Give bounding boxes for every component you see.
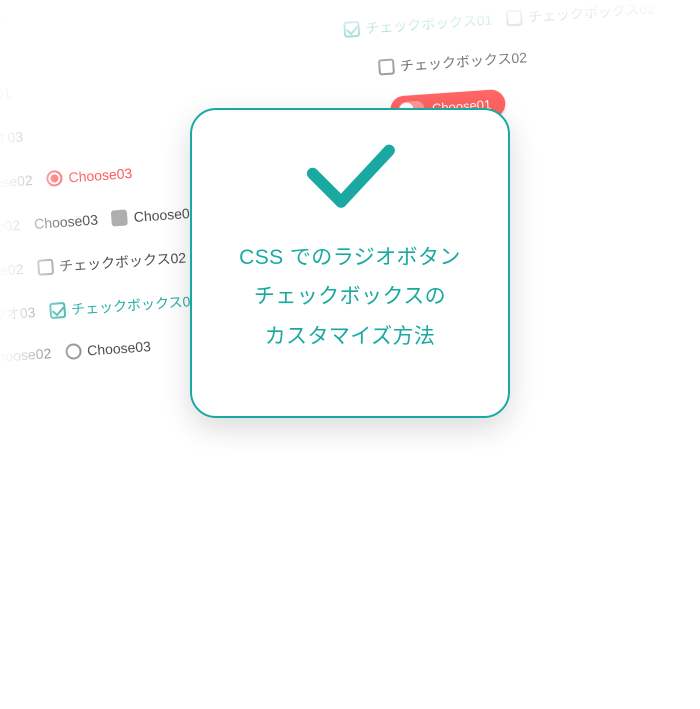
checkbox-icon[interactable] [343,21,360,38]
choose-label: Choose02 [0,217,21,237]
radio-icon[interactable] [65,343,82,360]
choose-label: Choose02 [0,345,52,367]
option-label: Choose02 [133,205,198,225]
option-label: Choose02 [322,0,387,1]
option-label: Choose02 [0,345,52,365]
option-label: チェックボックス02 [527,0,655,27]
option-label: Choose02 [0,217,21,237]
option-label: Choose03 [0,7,6,27]
option-label: チェックボックス01 [365,10,493,39]
choose-label: Choose02 [322,0,387,1]
option-label: Choose02 [0,172,33,192]
choose-red: Choose03 [46,165,133,187]
option-label: ラジオ03 [0,127,24,151]
choose-label: Choose03 [65,338,152,360]
option-label: ラジオ03 [0,302,36,326]
checkbox-label: チェックボックス02 [505,0,655,28]
title-card: CSS でのラジオボタン チェックボックスの カスタマイズ方法 [190,108,510,418]
choose-red: Choose03 [0,7,6,29]
option-label: Choose03 [68,165,133,185]
checkbox-label-teal: チェックボックス01 [343,10,493,40]
choose-label: Choose03 [34,212,99,232]
choose-label: Choose02 [0,172,33,194]
choose-label: Choose02 [0,261,24,281]
radio-icon[interactable] [46,170,63,187]
option-label: チェックボックス02 [399,47,527,76]
checkbox-icon[interactable] [506,9,523,26]
checkbox-icon[interactable] [111,209,128,226]
option-label: Choose03 [87,338,152,358]
card-line-3: カスタマイズ方法 [265,317,436,357]
checkbox-label: チェックボックス02 [377,47,527,77]
option-label: チェックボックス02 [59,247,187,276]
option-label: チェックボックス01 [70,291,198,320]
checkbox-label-teal: チェックボックス01 [49,291,199,321]
card-line-2: チェックボックスの [254,277,446,317]
option-label: Choose01 [0,85,12,105]
card-line-1: CSS でのラジオボタン [239,238,461,278]
checkbox-icon[interactable] [378,58,395,75]
radio-label: ラジオ03 [0,127,24,152]
checkbox-icon[interactable] [37,259,54,276]
checkbox-icon[interactable] [49,302,66,319]
radio-label: ラジオ03 [0,302,36,327]
checkbox-label: チェックボックス02 [37,247,187,277]
big-check-icon [295,138,405,218]
choose-label: Choose02 [111,205,198,227]
option-label: Choose03 [34,212,99,232]
choose-blue: Choose01 [0,85,12,107]
option-label: Choose02 [0,261,24,281]
